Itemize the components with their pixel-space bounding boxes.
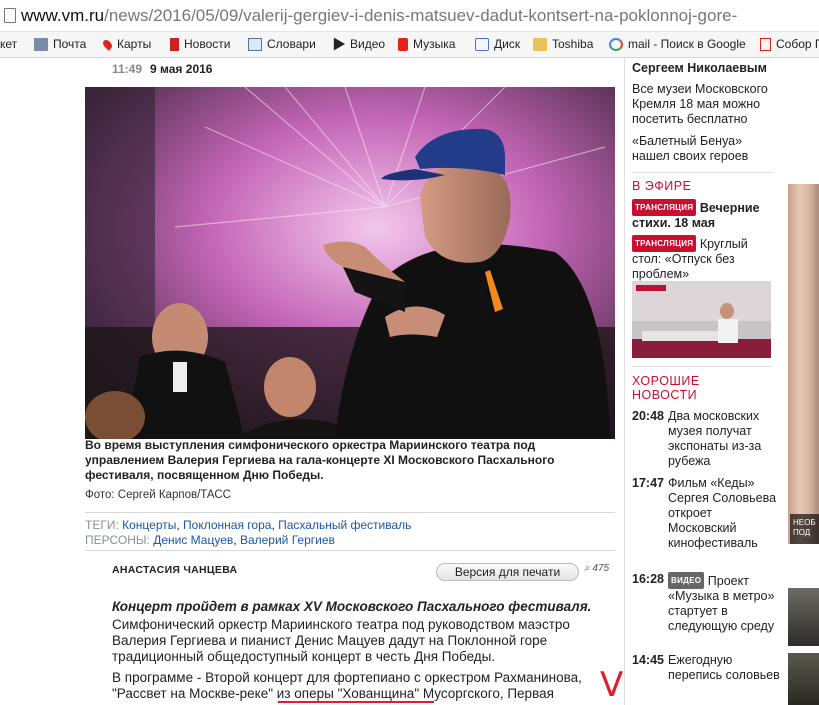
tag-link[interactable]: Поклонная гора xyxy=(183,518,271,532)
tags-row: ТЕГИ: Концерты, Поклонная гора, Пасхальн… xyxy=(85,518,412,532)
tags-block: ТЕГИ: Концерты, Поклонная гора, Пасхальн… xyxy=(85,518,411,548)
good-news-item[interactable]: 20:48 Два московских музея получат экспо… xyxy=(632,409,782,469)
live-item[interactable]: ТРАНСЛЯЦИЯ Вечерние стихи. 18 мая xyxy=(632,199,772,231)
persons-label: ПЕРСОНЫ: xyxy=(85,533,150,547)
person-link[interactable]: Денис Мацуев xyxy=(153,533,233,547)
annotation-underline xyxy=(278,701,434,703)
broadcast-badge: ТРАНСЛЯЦИЯ xyxy=(632,199,697,216)
bookmark-video[interactable]: Видео xyxy=(331,37,385,51)
print-version-button[interactable]: Версия для печати xyxy=(436,563,579,581)
live-thumbnail[interactable] xyxy=(632,281,771,358)
map-pin-icon xyxy=(101,37,114,51)
good-news-item[interactable]: 16:28 ВИДЕО Проект «Музыка в метро» стар… xyxy=(632,572,782,634)
publish-time: 11:49 xyxy=(112,62,143,76)
yandex-icon xyxy=(760,37,771,51)
bookmark-dictionaries[interactable]: Словари xyxy=(248,37,316,51)
google-icon xyxy=(609,37,623,51)
dictionary-icon xyxy=(248,37,262,51)
bookmark-item[interactable]: кет xyxy=(0,37,17,51)
article-photo[interactable] xyxy=(85,87,615,439)
bookmark-yandex[interactable]: Собор П xyxy=(760,37,819,51)
news-time: 14:45 xyxy=(632,653,664,667)
conductor-photo-illustration xyxy=(85,87,615,439)
promo-caption: НЕОБ ПОД xyxy=(790,514,819,544)
video-badge: ВИДЕО xyxy=(668,572,705,589)
right-thumbnail[interactable] xyxy=(788,588,819,646)
url-host: www.vm.ru xyxy=(21,6,105,25)
address-bar[interactable]: www.vm.ru/news/2016/05/09/valerij-gergie… xyxy=(0,0,819,57)
right-thumbnail[interactable] xyxy=(788,653,819,705)
search-icon: ⌕ xyxy=(584,563,590,574)
right-promo-image[interactable]: НЕОБ ПОД xyxy=(788,184,819,544)
article-paragraph: В программе - Второй концерт для фортепи… xyxy=(112,670,582,701)
folder-icon xyxy=(533,37,547,51)
video-icon xyxy=(333,37,345,51)
views-value: 475 xyxy=(592,563,610,574)
photo-credit: Фото: Сергей Карпов/ТАСС xyxy=(85,489,231,501)
bookmark-news[interactable]: Новости xyxy=(170,37,230,51)
broadcast-badge: ТРАНСЛЯЦИЯ xyxy=(632,235,697,252)
good-news-heading: ХОРОШИЕ НОВОСТИ xyxy=(632,374,700,402)
music-icon xyxy=(398,37,408,51)
bookmark-maps[interactable]: Карты xyxy=(101,37,151,51)
good-news-item[interactable]: 17:47 Фильм «Кеды» Сергея Соловьева откр… xyxy=(632,476,782,551)
mail-icon xyxy=(34,37,48,51)
news-icon xyxy=(170,37,179,51)
news-text: Ежегодную перепись соловьев xyxy=(668,653,780,682)
divider xyxy=(85,512,615,513)
article-lead: Концерт пройдет в рамках XV Московского … xyxy=(112,599,592,614)
bookmarks-bar: кет Почта Карты Новости Словари Видео Му… xyxy=(0,32,819,58)
bookmark-music[interactable]: Музыка xyxy=(398,37,455,51)
bookmark-mail[interactable]: Почта xyxy=(34,37,86,51)
live-heading: В ЭФИРЕ xyxy=(632,179,692,193)
disk-icon xyxy=(475,37,489,51)
page-content: 11:49 9 мая 2016 Во время выступления си… xyxy=(0,58,819,705)
news-time: 20:48 xyxy=(632,409,664,423)
sidebar-news-item[interactable]: «Балетный Бенуа» нашел своих героев xyxy=(632,134,772,164)
article-meta: 11:49 9 мая 2016 xyxy=(112,62,212,76)
divider xyxy=(632,172,772,173)
sidebar-top-heading[interactable]: Сергеем Николаевым xyxy=(632,61,782,76)
persons-row: ПЕРСОНЫ: Денис Мацуев, Валерий Гергиев xyxy=(85,533,335,547)
author-name: АНАСТАСИЯ ЧАНЦЕВА xyxy=(112,564,238,576)
page-icon xyxy=(4,8,16,23)
news-text: Фильм «Кеды» Сергея Соловьева откроет Мо… xyxy=(668,476,777,550)
news-time: 17:47 xyxy=(632,476,664,490)
tags-label: ТЕГИ: xyxy=(85,518,119,532)
column-divider xyxy=(624,58,625,705)
photo-caption: Во время выступления симфонического орке… xyxy=(85,438,555,482)
sidebar-news-item[interactable]: Все музеи Московского Кремля 18 мая можн… xyxy=(632,82,777,127)
bookmark-disk[interactable]: Диск xyxy=(475,37,520,51)
tag-link[interactable]: Пасхальный фестиваль xyxy=(278,518,411,532)
studio-thumbnail-illustration xyxy=(632,281,771,358)
bookmark-toshiba[interactable]: Toshiba xyxy=(533,37,593,51)
news-text: Два московских музея получат экспонаты и… xyxy=(668,409,762,468)
news-time: 16:28 xyxy=(632,572,664,586)
annotation-mark: V xyxy=(600,665,624,705)
tag-link[interactable]: Концерты xyxy=(122,518,176,532)
person-link[interactable]: Валерий Гергиев xyxy=(240,533,335,547)
divider xyxy=(632,366,772,367)
article-paragraph: Симфонический оркестр Мариинского театра… xyxy=(112,617,570,664)
good-news-item[interactable]: 14:45 Ежегодную перепись соловьев xyxy=(632,653,782,683)
bookmark-google[interactable]: mail - Поиск в Google xyxy=(609,37,746,51)
publish-date: 9 мая 2016 xyxy=(150,62,213,76)
live-item[interactable]: ТРАНСЛЯЦИЯ Круглый стол: «Отпуск без про… xyxy=(632,235,772,282)
divider xyxy=(85,550,615,551)
view-count: ⌕ 475 xyxy=(584,563,609,574)
